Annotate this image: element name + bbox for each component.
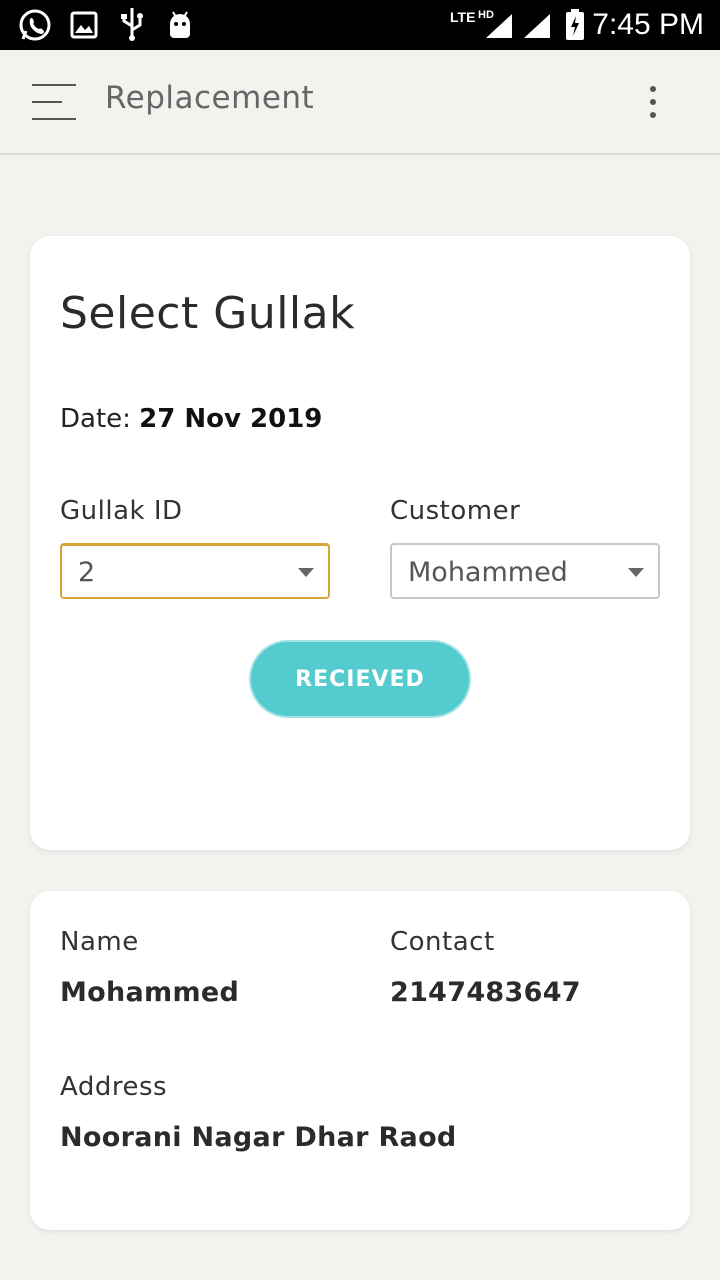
customer-select[interactable]: Mohammed [390,543,660,599]
date-value: 27 Nov 2019 [139,404,323,434]
menu-icon[interactable] [32,84,76,120]
whatsapp-icon [18,8,52,46]
chevron-down-icon [628,568,644,577]
gullak-id-select[interactable]: 2 [60,543,330,599]
gullak-id-label: Gullak ID [60,496,183,526]
status-bar: LTE HD 7:45 PM [0,0,720,50]
image-icon [70,10,98,44]
lte-icon: LTE [450,9,476,25]
date-row: Date: 27 Nov 2019 [60,404,322,434]
android-icon [166,8,194,46]
status-time: 7:45 PM [592,8,704,41]
name-value: Mohammed [60,977,240,1008]
chevron-down-icon [298,568,314,577]
signal-icon [484,12,514,44]
address-label: Address [60,1072,168,1102]
received-button[interactable]: RECIEVED [249,640,471,718]
customer-info-card: Name Mohammed Contact 2147483647 Address… [30,891,690,1230]
select-gullak-card: Select Gullak Date: 27 Nov 2019 Gullak I… [30,236,690,850]
customer-label: Customer [390,496,521,526]
gullak-id-value: 2 [78,557,96,588]
customer-value: Mohammed [408,557,568,588]
name-label: Name [60,927,139,957]
contact-value: 2147483647 [390,977,581,1008]
app-bar: Replacement [0,50,720,155]
date-label: Date: [60,404,131,434]
card-title: Select Gullak [60,288,356,339]
address-value: Noorani Nagar Dhar Raod [60,1122,457,1153]
page-title: Replacement [105,80,315,116]
signal-icon [522,12,552,44]
contact-label: Contact [390,927,495,957]
usb-icon [118,6,146,46]
battery-charging-icon [564,8,586,46]
more-options-icon[interactable] [640,82,666,122]
